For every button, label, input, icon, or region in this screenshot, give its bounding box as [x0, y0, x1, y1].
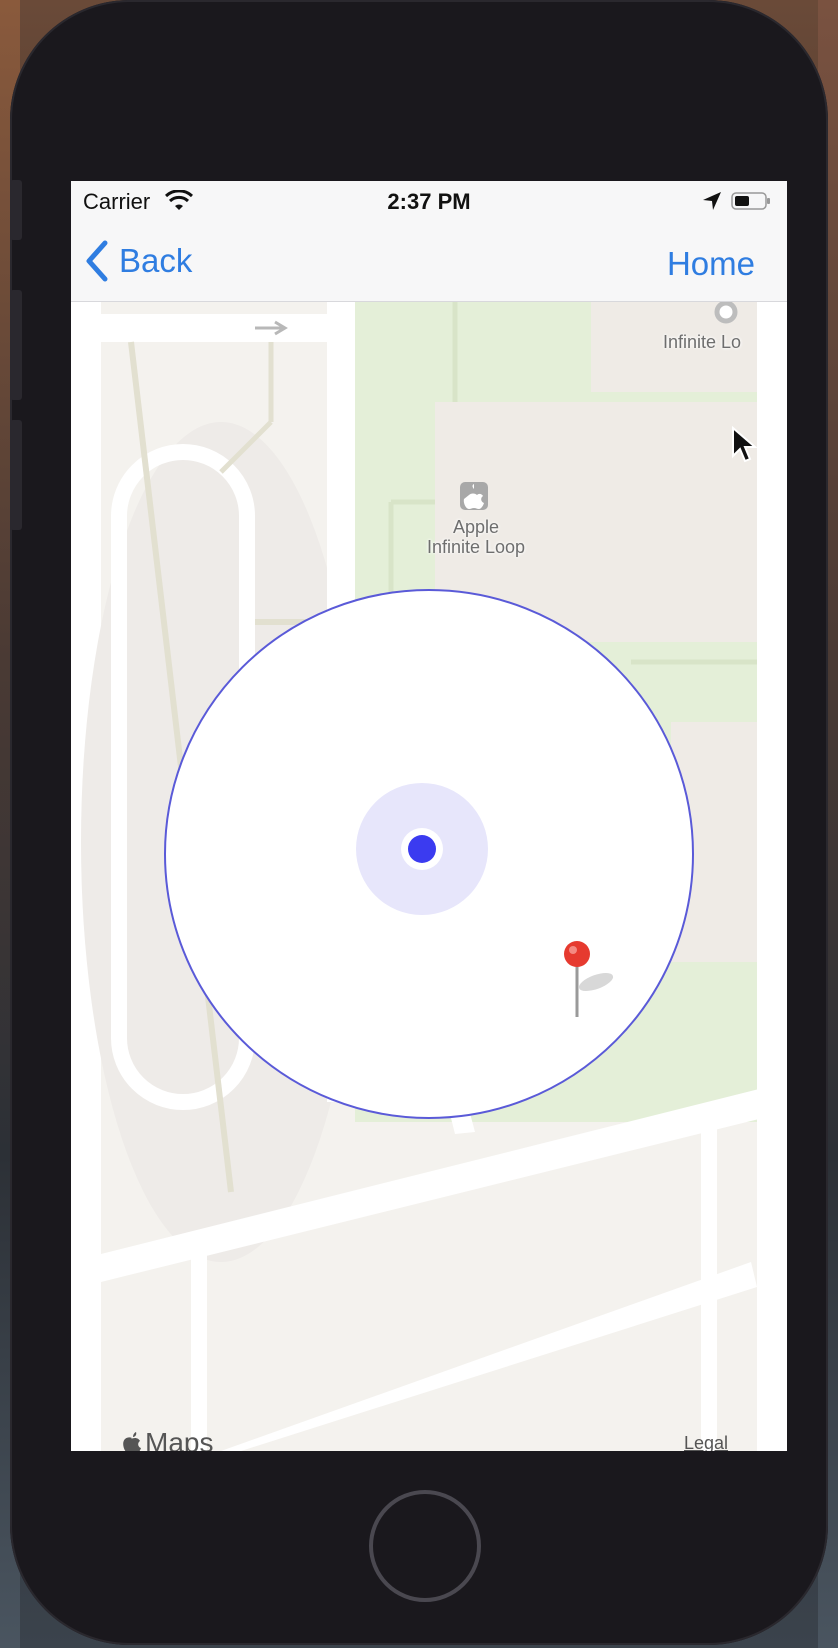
battery-icon — [731, 192, 770, 210]
device-home-button[interactable] — [369, 1490, 481, 1602]
chevron-left-icon — [86, 240, 108, 282]
apple-logo-icon — [123, 1432, 141, 1451]
device-frame: Carrier 2:37 PM Back Home Apple Infinite… — [10, 0, 828, 1645]
home-button[interactable]: Home — [667, 245, 755, 283]
volume-up-button — [10, 290, 22, 400]
mute-switch — [10, 180, 22, 240]
back-button[interactable]: Back — [85, 239, 192, 283]
status-bar: Carrier 2:37 PM — [71, 181, 787, 221]
volume-down-button — [10, 420, 22, 530]
navigation-bar: Back Home — [71, 221, 787, 302]
map-view[interactable]: Apple Infinite Loop Infinite Lo Maps Leg… — [71, 302, 787, 1451]
apple-poi-icon[interactable] — [460, 482, 488, 510]
map-tiles — [71, 302, 787, 1451]
legal-link[interactable]: Legal — [684, 1433, 728, 1451]
device-screen: Carrier 2:37 PM Back Home Apple Infinite… — [71, 181, 787, 1451]
clock-label: 2:37 PM — [387, 189, 471, 214]
location-arrow-icon — [703, 192, 721, 210]
poi-label-apple[interactable]: Apple Infinite Loop — [411, 517, 541, 557]
back-button-label: Back — [119, 242, 193, 279]
apple-maps-logo: Maps — [121, 1427, 213, 1451]
poi-label-infinite-loop[interactable]: Infinite Lo — [663, 332, 787, 352]
poi-marker-icon[interactable] — [714, 302, 738, 324]
maps-logo-label: Maps — [145, 1427, 214, 1451]
user-location-icon[interactable] — [356, 783, 488, 915]
